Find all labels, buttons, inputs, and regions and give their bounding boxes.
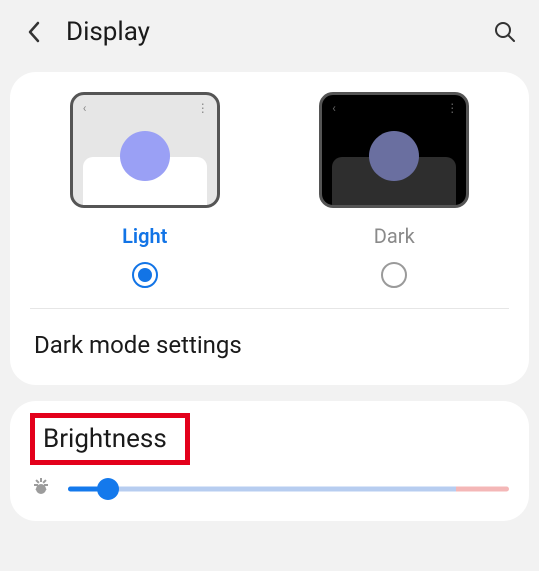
brightness-slider-row — [30, 473, 509, 501]
theme-option-light[interactable]: ‹ ⋮ Light — [20, 92, 270, 308]
search-icon — [493, 20, 517, 44]
theme-preview-light: ‹ ⋮ — [70, 92, 220, 208]
brightness-label-highlight: Brightness — [30, 413, 190, 465]
dark-mode-settings-row[interactable]: Dark mode settings — [10, 317, 529, 381]
theme-label-light: Light — [122, 224, 167, 248]
brightness-slider[interactable] — [68, 477, 509, 501]
page-title: Display — [66, 17, 491, 47]
radio-dot-icon — [138, 268, 152, 282]
theme-preview-dark: ‹ ⋮ — [319, 92, 469, 208]
back-arrow-icon — [26, 20, 42, 44]
brightness-card: Brightness — [10, 401, 529, 521]
preview-more-icon: ⋮ — [197, 101, 207, 115]
divider — [30, 308, 509, 309]
theme-label-dark: Dark — [374, 224, 415, 248]
preview-chevron-icon: ‹ — [83, 101, 87, 115]
preview-more-icon: ⋮ — [446, 101, 456, 115]
slider-track — [68, 487, 509, 492]
search-button[interactable] — [491, 18, 519, 46]
theme-mode-row: ‹ ⋮ Light ‹ ⋮ Dark — [10, 72, 529, 308]
brightness-label: Brightness — [43, 424, 167, 454]
app-header: Display — [0, 0, 539, 58]
back-button[interactable] — [20, 18, 48, 46]
radio-light[interactable] — [132, 262, 158, 288]
radio-dark[interactable] — [381, 262, 407, 288]
preview-chevron-icon: ‹ — [332, 101, 336, 115]
theme-option-dark[interactable]: ‹ ⋮ Dark — [270, 92, 520, 308]
brightness-sun-icon — [30, 478, 52, 500]
slider-thumb[interactable] — [97, 478, 119, 500]
theme-card: ‹ ⋮ Light ‹ ⋮ Dark — [10, 72, 529, 385]
